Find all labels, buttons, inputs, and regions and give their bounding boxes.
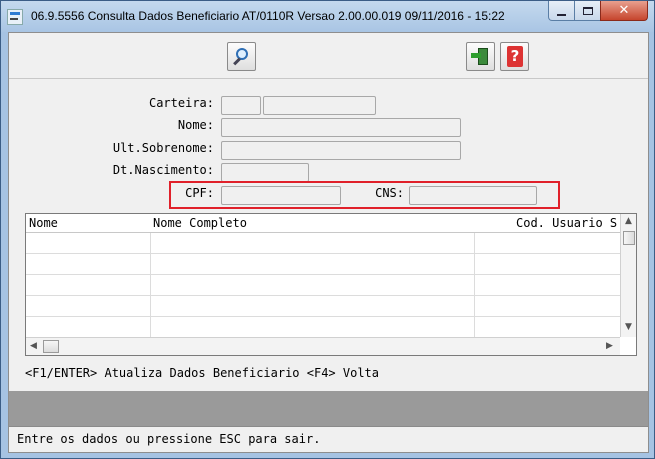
close-button[interactable]: ✕	[600, 1, 648, 21]
table-row[interactable]	[26, 297, 620, 317]
nome-label: Nome:	[177, 118, 214, 132]
title-bar[interactable]: 06.9.5556 Consulta Dados Beneficiario AT…	[1, 1, 654, 32]
ult-sobrenome-label: Ult.Sobrenome:	[112, 141, 214, 155]
table-row[interactable]	[26, 318, 620, 338]
vertical-scrollbar[interactable]: ▲ ▼	[620, 214, 636, 337]
minimize-button[interactable]	[548, 1, 575, 21]
magnifier-handle	[233, 57, 241, 66]
help-question-icon: ?	[507, 46, 523, 67]
horizontal-scrollbar[interactable]: ◀ ▶	[26, 337, 620, 355]
carteira-field-2[interactable]	[263, 96, 376, 115]
carteira-label: Carteira:	[148, 96, 214, 110]
cpf-label: CPF:	[185, 186, 214, 200]
dt-nascimento-label: Dt.Nascimento:	[112, 163, 214, 177]
table-row[interactable]	[26, 255, 620, 275]
cns-field[interactable]	[409, 186, 537, 205]
help-button[interactable]: ?	[500, 42, 529, 71]
status-message: Entre os dados ou pressione ESC para sai…	[17, 432, 321, 446]
carteira-field-1[interactable]	[221, 96, 261, 115]
maximize-button[interactable]	[574, 1, 601, 21]
toolbar: ?	[9, 33, 648, 79]
close-icon: ✕	[618, 3, 630, 18]
grid-header: Nome Nome Completo Cod. Usuario S	[26, 214, 620, 233]
col-header-nome[interactable]: Nome	[29, 216, 58, 230]
cpf-field[interactable]	[221, 186, 341, 205]
dt-nascimento-field[interactable]	[221, 163, 309, 182]
ult-sobrenome-field[interactable]	[221, 141, 461, 160]
app-icon	[7, 9, 23, 25]
exit-arrow-icon	[471, 53, 481, 58]
col-header-nome-completo[interactable]: Nome Completo	[153, 216, 247, 230]
app-window: 06.9.5556 Consulta Dados Beneficiario AT…	[0, 0, 655, 459]
minimize-icon	[557, 13, 566, 16]
status-bar: Entre os dados ou pressione ESC para sai…	[9, 426, 648, 452]
cns-label: CNS:	[375, 186, 404, 200]
exit-button[interactable]	[466, 42, 495, 71]
table-row[interactable]	[26, 234, 620, 254]
client-area: ? Carteira: Nome: Ult.Sobrenome: Dt.Nasc…	[8, 32, 649, 453]
table-row[interactable]	[26, 276, 620, 296]
scroll-right-icon[interactable]: ▶	[606, 341, 613, 351]
scroll-down-icon[interactable]: ▼	[625, 322, 632, 332]
search-button[interactable]	[227, 42, 256, 71]
results-grid[interactable]: Nome Nome Completo Cod. Usuario S ▲ ▼ ◀ …	[25, 213, 637, 356]
maximize-icon	[582, 6, 593, 15]
window-title: 06.9.5556 Consulta Dados Beneficiario AT…	[31, 9, 505, 23]
col-header-cod-usuario[interactable]: Cod. Usuario S	[516, 216, 617, 230]
vertical-scroll-thumb[interactable]	[623, 231, 635, 245]
horizontal-scroll-thumb[interactable]	[43, 340, 59, 353]
nome-field[interactable]	[221, 118, 461, 137]
keyboard-hint: <F1/ENTER> Atualiza Dados Beneficiario <…	[25, 366, 380, 380]
scroll-up-icon[interactable]: ▲	[625, 216, 632, 226]
scroll-left-icon[interactable]: ◀	[30, 341, 37, 351]
gray-panel	[9, 391, 648, 426]
